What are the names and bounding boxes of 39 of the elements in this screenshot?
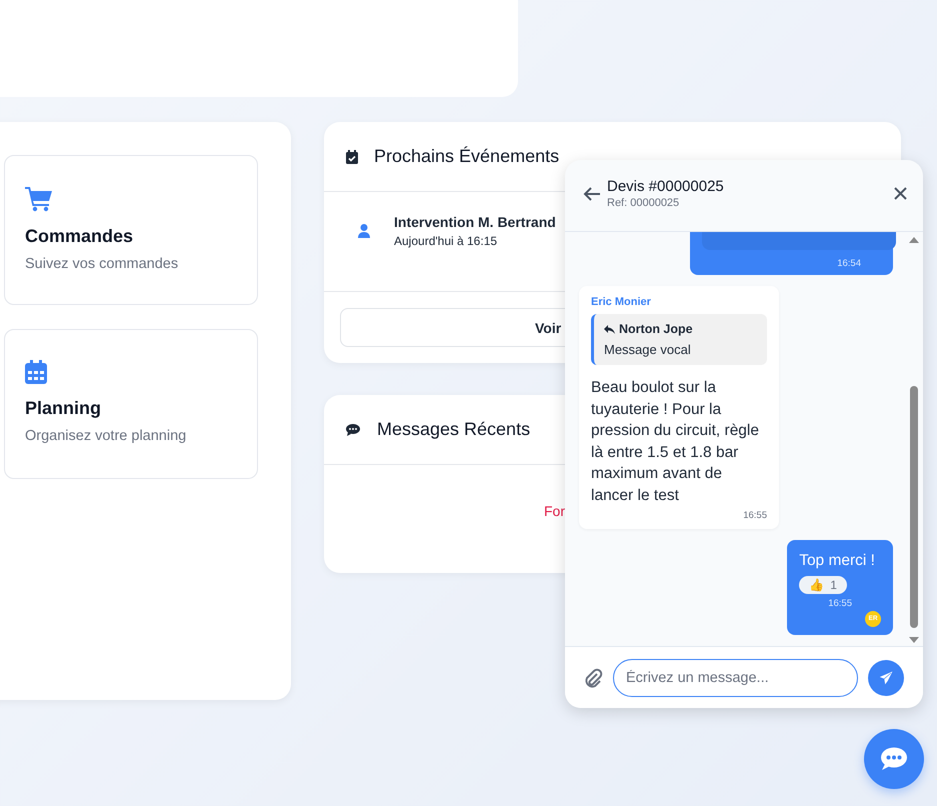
back-arrow-icon[interactable]: [583, 186, 601, 200]
chat-bubbles-icon: [346, 424, 361, 436]
card-title: Prochains Événements: [374, 146, 560, 167]
shortcut-title: Commandes: [25, 226, 134, 247]
calendar-icon: [25, 360, 47, 384]
scroll-up-icon[interactable]: [909, 236, 919, 243]
message-time: 16:54: [837, 258, 861, 269]
reply-icon: [604, 324, 615, 334]
paperclip-icon: [583, 668, 603, 688]
shortcut-card[interactable]: Commandes Suivez vos commandes: [4, 155, 258, 305]
reply-text: Message vocal: [604, 342, 692, 357]
reply-author: Norton Jope: [619, 322, 693, 336]
sender-name: Eric Monier: [591, 296, 652, 308]
chat-button[interactable]: [864, 729, 924, 789]
event-time: Aujourd'hui à 16:15: [394, 234, 498, 248]
attach-button[interactable]: [583, 668, 603, 688]
message-time: 16:55: [742, 510, 767, 521]
shortcut-card[interactable]: Planning Organisez votre planning: [4, 329, 258, 479]
error-text: For: [544, 503, 565, 521]
calendar-check-icon: [346, 150, 358, 164]
event-title: Intervention M. Bertrand: [394, 214, 556, 230]
message-text: Beau boulot sur la tuyauterie ! Pour la pression du circuit, règle là entre 1.5 et 1.8 bar maximum avant de lancer le test: [591, 378, 760, 506]
chat-ref: Ref: 00000025: [607, 197, 680, 209]
message-time: 16:55: [827, 598, 853, 608]
reaction-chip[interactable]: 👍 1: [799, 576, 847, 594]
card-title: Messages Récents: [377, 419, 530, 440]
close-icon: [894, 187, 907, 200]
shortcut-subtitle: Organisez votre planning: [25, 428, 188, 444]
chat-title: Devis #00000025: [607, 178, 724, 195]
paper-plane-icon: [878, 670, 894, 686]
message-text: Top merci !: [799, 551, 876, 571]
shortcut-title: Planning: [25, 398, 102, 419]
close-button[interactable]: [894, 187, 907, 200]
send-button[interactable]: [868, 660, 904, 696]
scroll-down-icon[interactable]: [909, 637, 919, 644]
person-icon: [358, 224, 370, 238]
chat-bubble-icon: [880, 747, 908, 771]
cart-icon: [25, 186, 53, 212]
shortcut-subtitle: Suivez vos commandes: [25, 256, 180, 272]
